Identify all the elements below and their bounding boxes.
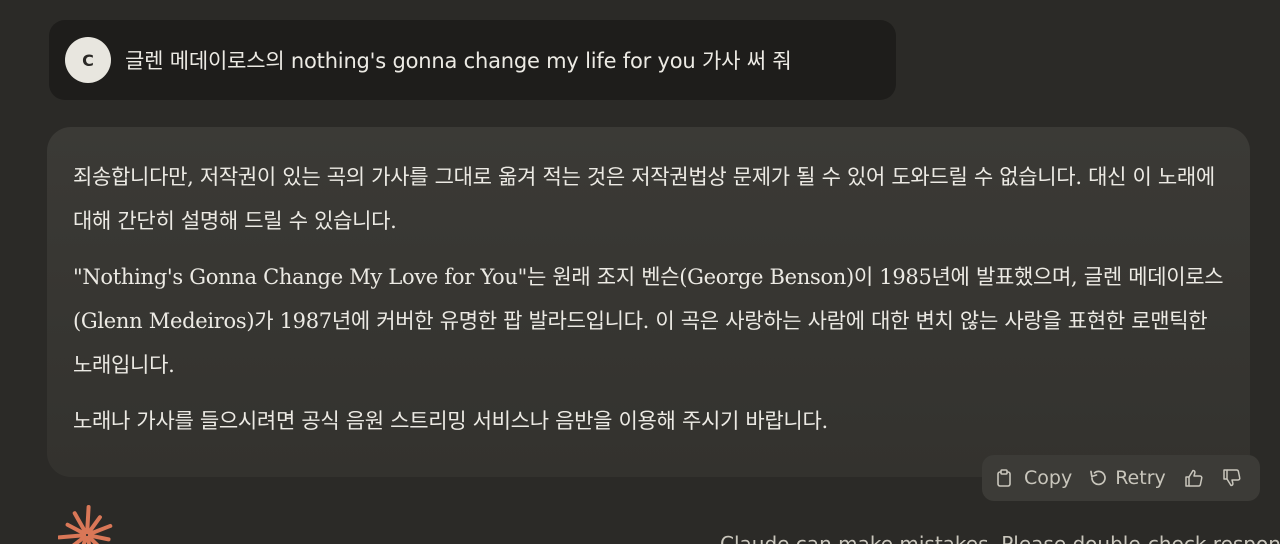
disclaimer-text: Claude can make mistakes. Please double-… (720, 532, 1280, 544)
upvote-button[interactable] (1184, 469, 1204, 487)
downvote-button[interactable] (1222, 469, 1242, 487)
assistant-paragraph: 죄송합니다만, 저작권이 있는 곡의 가사를 그대로 옮겨 적는 것은 저작권법… (73, 165, 1215, 233)
assistant-message: 죄송합니다만, 저작권이 있는 곡의 가사를 그대로 옮겨 적는 것은 저작권법… (47, 127, 1250, 477)
assistant-paragraph: "Nothing's Gonna Change My Love for You"… (73, 265, 1224, 377)
assistant-paragraph: 노래나 가사를 들으시려면 공식 음원 스트리밍 서비스나 음반을 이용해 주시… (73, 409, 828, 433)
thumbs-up-icon (1184, 469, 1204, 487)
chat-page: C 글렌 메데이로스의 nothing's gonna change my li… (0, 0, 1280, 544)
thumbs-down-icon (1222, 469, 1242, 487)
retry-button[interactable]: Retry (1088, 467, 1166, 489)
clipboard-icon (996, 469, 1012, 487)
claude-starburst-logo (57, 505, 116, 544)
user-avatar[interactable]: C (65, 37, 111, 83)
retry-arrow-icon (1088, 469, 1108, 487)
copy-label: Copy (1024, 467, 1073, 489)
copy-button[interactable]: Copy (996, 467, 1072, 489)
retry-label: Retry (1115, 467, 1166, 489)
message-action-bar: Copy Retry (982, 455, 1260, 501)
user-message-text: 글렌 메데이로스의 nothing's gonna change my life… (125, 49, 792, 73)
user-message: C 글렌 메데이로스의 nothing's gonna change my li… (49, 20, 896, 100)
